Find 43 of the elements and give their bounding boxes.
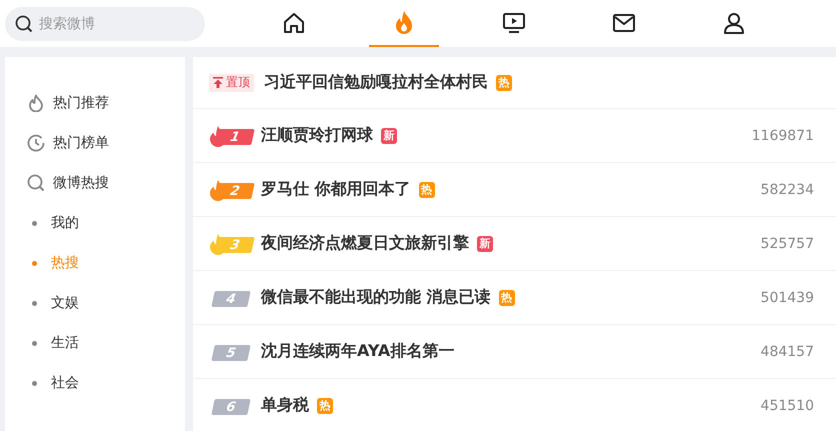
- sidebar-item[interactable]: 微博热搜: [5, 163, 185, 203]
- pinned-tag: 置顶: [209, 74, 254, 92]
- pin-top-icon: [213, 77, 223, 88]
- heat-count: 501439: [760, 290, 814, 306]
- sidebar-item[interactable]: 我的: [5, 203, 185, 243]
- rank-badge: 6: [211, 398, 251, 414]
- bullet-dot: [32, 380, 37, 386]
- rank-badge: 4: [211, 290, 251, 306]
- search-icon: [27, 174, 45, 192]
- topic-link[interactable]: 汪顺贾玲打网球: [261, 125, 373, 146]
- topic-link[interactable]: 罗马仕 你都用回本了: [261, 179, 411, 200]
- sidebar-item[interactable]: 热门推荐: [5, 83, 185, 123]
- video-icon: [502, 10, 526, 34]
- bullet-dot: [32, 300, 37, 306]
- bullet-dot: [32, 220, 37, 226]
- bullet-dot: [32, 340, 37, 346]
- sidebar-item[interactable]: 社会: [5, 363, 185, 403]
- topic-link[interactable]: 单身税: [261, 395, 309, 416]
- rank-badge: 5: [211, 344, 251, 360]
- home-icon: [282, 10, 306, 34]
- sidebar-item[interactable]: 热门榜单: [5, 123, 185, 163]
- sidebar-item[interactable]: 生活: [5, 323, 185, 363]
- status-badge: 新: [381, 128, 397, 144]
- status-badge: 热: [317, 398, 333, 414]
- status-badge: 热: [418, 182, 435, 198]
- user-icon: [722, 10, 746, 34]
- status-badge: 热: [496, 74, 512, 90]
- heat-count: 525757: [760, 236, 814, 252]
- topic-link[interactable]: 沈月连续两年AYA排名第一: [261, 341, 454, 362]
- heat-count: 582234: [760, 182, 814, 198]
- topic-link[interactable]: 习近平回信勉励嘎拉村全体村民: [264, 72, 488, 93]
- search-field[interactable]: 搜索微博: [5, 6, 205, 40]
- bullet-dot: [32, 260, 37, 266]
- heat-count: 1169871: [752, 128, 814, 144]
- flame-icon: [27, 94, 45, 112]
- heat-count: 484157: [760, 344, 814, 360]
- topic-link[interactable]: 微信最不能出现的功能 消息已读: [261, 287, 491, 308]
- clock-icon: [27, 134, 45, 152]
- status-badge: 热: [498, 290, 515, 306]
- heat-count: 451510: [760, 398, 814, 414]
- topic-link[interactable]: 夜间经济点燃夏日文旅新引擎: [261, 233, 469, 254]
- status-badge: 新: [477, 236, 493, 252]
- sidebar-item[interactable]: 文娱: [5, 283, 185, 323]
